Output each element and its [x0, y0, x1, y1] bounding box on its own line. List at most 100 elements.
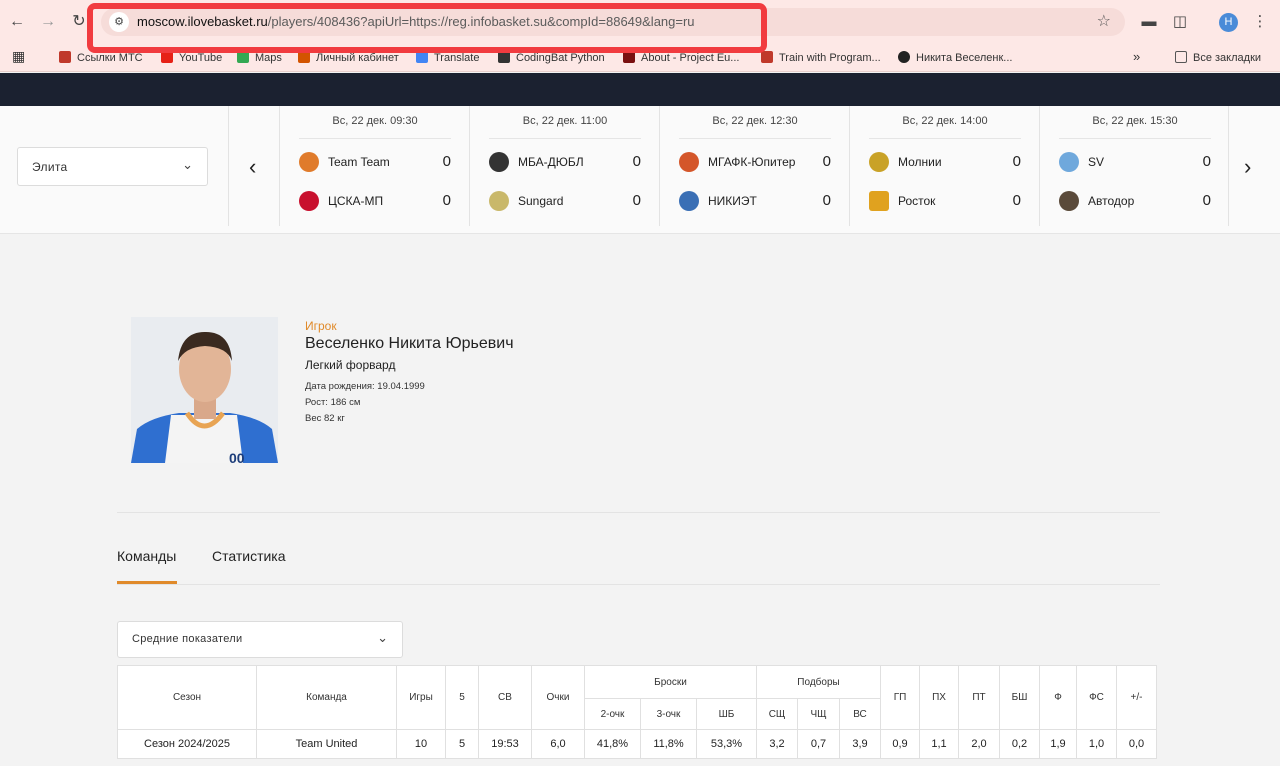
browser-toolbar: ← → ↻ ⚙ moscow.ilovebasket.ru/players/40…: [0, 0, 1280, 44]
col-points[interactable]: Очки: [531, 665, 585, 730]
bookmark-item[interactable]: CodingBat Python: [498, 51, 605, 64]
team-logo-icon: [869, 152, 889, 172]
divider: [117, 512, 1160, 513]
extensions-icon[interactable]: ◫: [1169, 11, 1191, 33]
cell-blocks: 0,2: [999, 729, 1040, 759]
cell-fouls-drawn: 1,0: [1076, 729, 1117, 759]
back-icon[interactable]: ←: [5, 10, 29, 34]
cell-starts: 5: [445, 729, 479, 759]
table-row: Сезон 2024/2025 Team United 10 5 19:53 6…: [117, 729, 1157, 759]
cell-steals: 1,1: [919, 729, 959, 759]
profile-avatar[interactable]: H: [1219, 13, 1238, 32]
cell-fouls: 1,9: [1039, 729, 1077, 759]
media-icon[interactable]: ▬: [1138, 11, 1160, 33]
bookmark-item[interactable]: Никита Веселенк...: [898, 51, 1012, 64]
col-free-throws[interactable]: ШБ: [696, 698, 757, 730]
bookmark-item[interactable]: Maps: [237, 51, 282, 64]
col-time[interactable]: СВ: [478, 665, 532, 730]
col-def-reb[interactable]: СЩ: [756, 698, 798, 730]
col-two-pt[interactable]: 2-очк: [584, 698, 641, 730]
match-card[interactable]: Вс, 22 дек. 12:30 МГАФК-Юпитер 0 НИКИЭТ 0: [660, 106, 850, 226]
col-season[interactable]: Сезон: [117, 665, 257, 730]
bookmarks-bar: ▦ Ссылки МТС YouTube Maps Личный кабинет…: [0, 44, 1280, 72]
more-bookmarks-icon[interactable]: »: [1133, 49, 1140, 64]
tab-teams[interactable]: Команды: [117, 548, 176, 564]
team-logo-icon: [679, 191, 699, 211]
match-card[interactable]: Вс, 22 дек. 14:00 Молнии 0 Росток 0: [850, 106, 1040, 226]
match-date: Вс, 22 дек. 14:00: [902, 115, 988, 127]
games-ticker: Элита ⌄ ‹ Вс, 22 дек. 09:30 Team Team 0 Ц…: [0, 106, 1280, 234]
stats-table: Сезон Команда Игры 5 СВ Очки Броски Подб…: [117, 665, 1157, 759]
site-info-icon[interactable]: ⚙: [109, 12, 129, 32]
player-role: Игрок: [305, 319, 337, 333]
stats-mode-dropdown[interactable]: Средние показатели ⌄: [117, 621, 403, 658]
bookmark-item[interactable]: Ссылки МТС: [59, 51, 143, 64]
translate-icon: [416, 51, 428, 63]
match-card[interactable]: Вс, 22 дек. 09:30 Team Team 0 ЦСКА-МП 0: [280, 106, 470, 226]
apps-grid-icon[interactable]: ▦: [12, 48, 25, 65]
cell-season: Сезон 2024/2025: [117, 729, 257, 759]
bookmark-item[interactable]: Translate: [416, 51, 479, 64]
team-logo-icon: [299, 191, 319, 211]
team-logo-icon: [869, 191, 889, 211]
col-steals[interactable]: ПХ: [919, 665, 959, 730]
bookmark-item[interactable]: YouTube: [161, 51, 222, 64]
player-weight: Вес 82 кг: [305, 413, 345, 424]
menu-icon[interactable]: ⋮: [1249, 11, 1271, 33]
match-card[interactable]: Вс, 22 дек. 11:00 МБА-ДЮБЛ 0 Sungard 0: [470, 106, 660, 226]
prev-arrow-icon[interactable]: ‹: [249, 154, 256, 180]
match-card[interactable]: Вс, 22 дек. 15:30 SV 0 Автодор 0: [1040, 106, 1230, 226]
bookmark-item[interactable]: Train with Program...: [761, 51, 881, 64]
match-date: Вс, 22 дек. 11:00: [522, 115, 608, 127]
divider: [679, 138, 831, 139]
col-turnovers[interactable]: ПТ: [958, 665, 1000, 730]
cell-two-pt: 41,8%: [584, 729, 641, 759]
league-dropdown[interactable]: Элита ⌄: [17, 147, 208, 186]
match-date: Вс, 22 дек. 12:30: [712, 115, 798, 127]
divider: [228, 106, 229, 226]
cell-three-pt: 11,8%: [640, 729, 697, 759]
col-total-reb[interactable]: ВС: [839, 698, 881, 730]
active-tab-indicator: [117, 581, 177, 584]
bookmark-favicon: [298, 51, 310, 63]
divider: [489, 138, 641, 139]
divider: [869, 138, 1021, 139]
bookmark-item[interactable]: Личный кабинет: [298, 51, 399, 64]
col-fouls-drawn[interactable]: ФС: [1076, 665, 1117, 730]
team-logo-icon: [1059, 191, 1079, 211]
col-plus-minus[interactable]: +/-: [1116, 665, 1157, 730]
tab-statistics[interactable]: Статистика: [212, 548, 286, 564]
col-blocks[interactable]: БШ: [999, 665, 1040, 730]
cell-team[interactable]: Team United: [256, 729, 397, 759]
col-fouls[interactable]: Ф: [1039, 665, 1077, 730]
site-header: [0, 73, 1280, 106]
cell-assists: 0,9: [880, 729, 920, 759]
forward-icon[interactable]: →: [36, 10, 60, 34]
bookmark-item[interactable]: About - Project Eu...: [623, 51, 739, 64]
divider: [299, 138, 451, 139]
col-starts[interactable]: 5: [445, 665, 479, 730]
all-bookmarks[interactable]: Все закладки: [1175, 51, 1261, 64]
col-games[interactable]: Игры: [396, 665, 446, 730]
league-dropdown-label: Элита: [32, 160, 68, 174]
bookmark-star-icon[interactable]: ☆: [1097, 11, 1111, 31]
match-date: Вс, 22 дек. 15:30: [1092, 115, 1178, 127]
team-logo-icon: [1059, 152, 1079, 172]
address-bar[interactable]: ⚙ moscow.ilovebasket.ru/players/408436?a…: [101, 8, 1125, 36]
col-off-reb[interactable]: ЧЩ: [797, 698, 840, 730]
chevron-down-icon: ⌄: [377, 630, 388, 645]
away-team: ЦСКА-МП 0: [299, 190, 451, 212]
next-arrow-icon[interactable]: ›: [1244, 154, 1251, 180]
player-height: Рост: 186 см: [305, 397, 361, 408]
folder-icon: [1175, 51, 1187, 63]
reload-icon[interactable]: ↻: [67, 10, 91, 34]
player-name: Веселенко Никита Юрьевич: [305, 335, 514, 352]
col-assists[interactable]: ГП: [880, 665, 920, 730]
cell-plus-minus: 0,0: [1116, 729, 1157, 759]
cell-off-reb: 0,7: [797, 729, 840, 759]
cell-time: 19:53: [478, 729, 532, 759]
col-three-pt[interactable]: 3-очк: [640, 698, 697, 730]
col-team[interactable]: Команда: [256, 665, 397, 730]
url-text[interactable]: moscow.ilovebasket.ru/players/408436?api…: [137, 14, 695, 29]
tabs-divider: [117, 584, 1160, 585]
